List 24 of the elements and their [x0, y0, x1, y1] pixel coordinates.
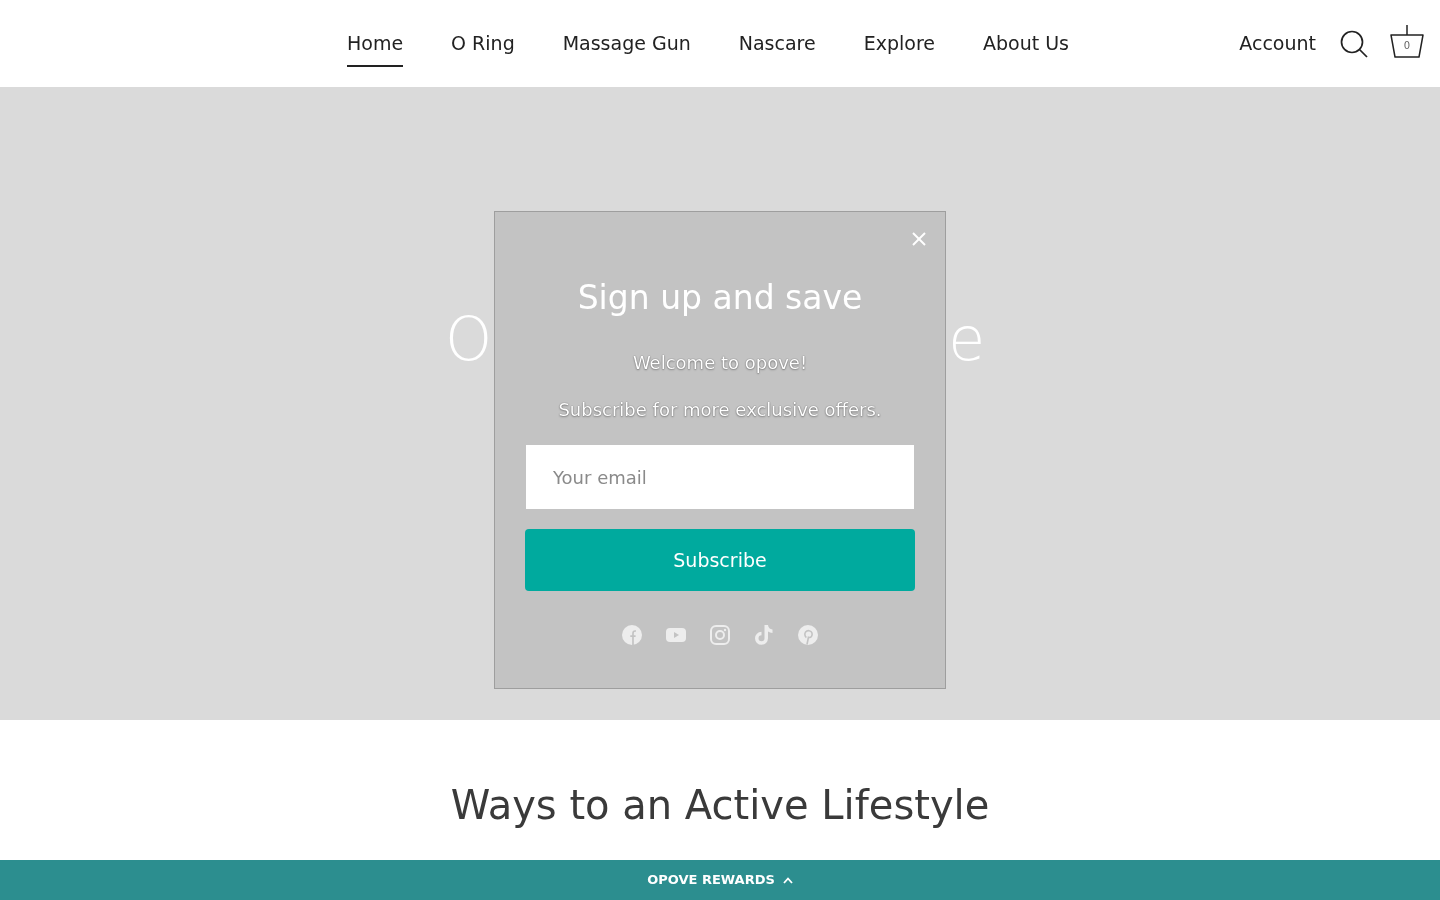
rewards-toggle[interactable]: OPOVE REWARDS — [647, 872, 793, 888]
close-button[interactable] — [910, 230, 928, 248]
nav-link[interactable]: About Us — [983, 20, 1070, 67]
search-icon[interactable] — [1340, 29, 1368, 58]
nav-link[interactable]: Nascare — [738, 20, 816, 67]
nav-link[interactable]: Massage Gun — [562, 20, 691, 67]
cart-button[interactable]: 0 — [1390, 24, 1424, 59]
nav-link[interactable]: O Ring — [451, 20, 515, 67]
popup-text: Welcome to opove! — [632, 351, 808, 374]
popup-title: Sign up and save — [577, 277, 863, 319]
youtube-icon[interactable] — [666, 625, 686, 645]
caret-up-icon — [782, 876, 793, 884]
popup-text: Subscribe for more exclusive offers. — [558, 398, 882, 421]
instagram-icon[interactable] — [710, 625, 730, 645]
basket-icon — [1390, 24, 1424, 59]
pinterest-icon[interactable] — [798, 625, 818, 645]
section-heading: Ways to an Active Lifestyle — [450, 781, 990, 830]
tiktok-icon[interactable] — [754, 625, 774, 645]
account-link[interactable]: Account — [1239, 32, 1316, 55]
nav-link[interactable]: Home — [347, 20, 404, 67]
email-field[interactable]: Your email — [526, 445, 914, 509]
nav-link[interactable]: Explore — [863, 20, 935, 67]
facebook-icon[interactable] — [622, 625, 642, 645]
close-icon — [910, 230, 928, 248]
